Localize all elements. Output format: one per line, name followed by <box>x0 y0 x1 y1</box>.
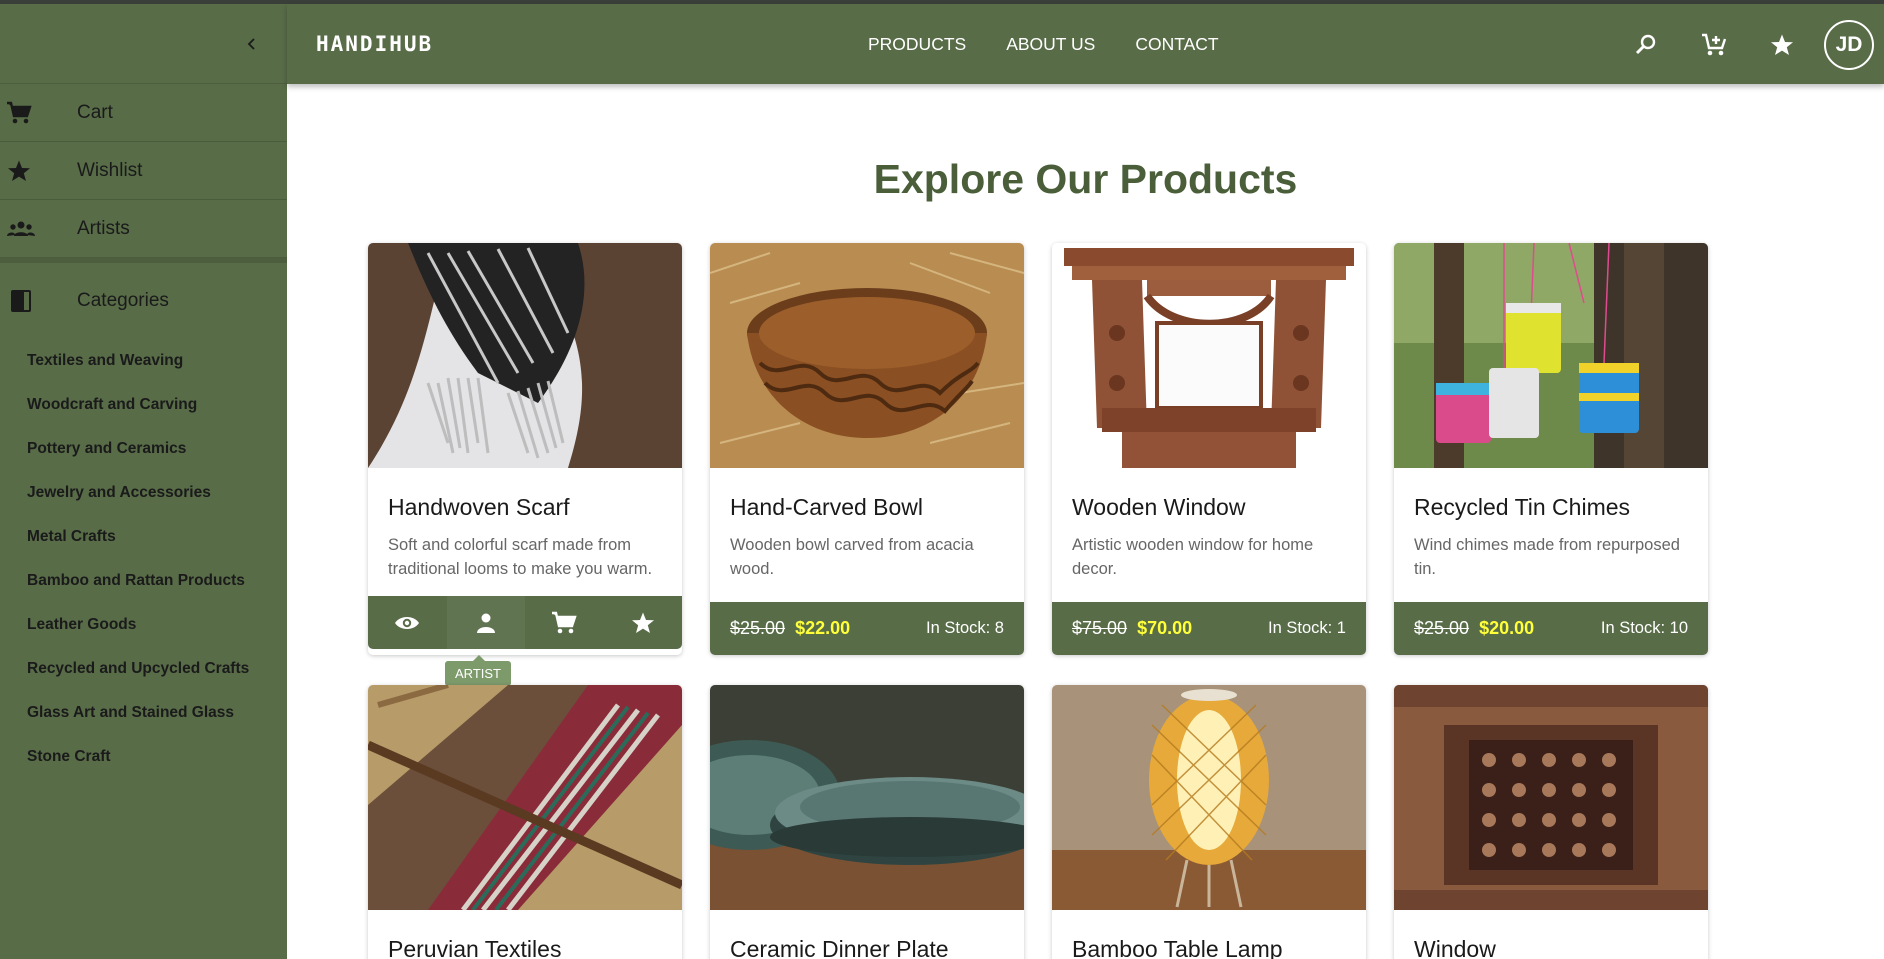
eye-icon <box>395 616 419 629</box>
group-icon <box>6 219 46 239</box>
sale-price: $70.00 <box>1137 618 1193 638</box>
collapse-sidebar-button[interactable] <box>240 32 264 56</box>
search-button[interactable] <box>1612 21 1680 69</box>
product-price-bar: $25.00 $20.00 In Stock: 10 <box>1394 602 1708 655</box>
chevron-left-icon <box>247 38 255 50</box>
category-item[interactable]: Bamboo and Rattan Products <box>27 559 287 603</box>
cart-icon <box>552 611 577 633</box>
category-item[interactable]: Leather Goods <box>27 603 287 647</box>
original-price: $25.00 <box>730 618 786 638</box>
stock-count: In Stock: 1 <box>1268 619 1346 637</box>
product-image <box>368 243 682 468</box>
add-to-wishlist-button[interactable] <box>604 596 682 649</box>
star-icon <box>1771 34 1793 55</box>
sidebar-item-label: Artists <box>77 217 130 239</box>
product-price-bar: $75.00 $70.00 In Stock: 1 <box>1052 602 1366 655</box>
product-description: Wind chimes made from repurposed tin. <box>1414 536 1680 578</box>
original-price: $75.00 <box>1072 618 1128 638</box>
view-button[interactable] <box>368 596 446 649</box>
product-name: Window <box>1414 936 1496 959</box>
product-description: Artistic wooden window for home decor. <box>1072 536 1314 578</box>
category-item[interactable]: Pottery and Ceramics <box>27 427 287 471</box>
product-name: Handwoven Scarf <box>388 494 570 520</box>
search-icon <box>1635 34 1656 55</box>
add-to-cart-icon <box>1702 33 1727 56</box>
category-item[interactable]: Recycled and Upcycled Crafts <box>27 647 287 691</box>
product-card[interactable]: Ceramic Dinner Plate <box>710 685 1024 959</box>
nav-about-us[interactable]: ABOUT US <box>1006 34 1095 55</box>
product-actions-bar <box>368 596 682 649</box>
sale-price: $22.00 <box>795 618 851 638</box>
product-description: Wooden bowl carved from acacia wood. <box>730 536 974 578</box>
add-to-cart-button[interactable] <box>525 596 603 649</box>
cart-button[interactable] <box>1680 21 1748 69</box>
categories-label: Categories <box>77 290 169 311</box>
top-app-bar: HANDIHUB PRODUCTS ABOUT US CONTACT JD <box>287 4 1884 84</box>
user-avatar[interactable]: JD <box>1824 20 1874 70</box>
category-item[interactable]: Textiles and Weaving <box>27 339 287 383</box>
main-nav: PRODUCTS ABOUT US CONTACT <box>868 34 1259 55</box>
header-actions: JD <box>1612 20 1874 70</box>
sidebar-item-cart[interactable]: Cart <box>0 84 287 142</box>
product-image <box>1394 243 1708 468</box>
sidebar: Cart Wishlist Artists Categories Textile… <box>0 4 287 959</box>
book-icon <box>10 289 50 313</box>
category-item[interactable]: Jewelry and Accessories <box>27 471 287 515</box>
category-list: Textiles and Weaving Woodcraft and Carvi… <box>0 339 287 779</box>
product-image <box>1052 243 1366 468</box>
star-icon <box>6 159 46 183</box>
sidebar-item-label: Wishlist <box>77 159 143 181</box>
product-card[interactable]: Wooden Window Artistic wooden window for… <box>1052 243 1366 655</box>
product-image <box>1052 685 1366 910</box>
cart-icon <box>6 101 46 125</box>
artist-tooltip: ARTIST <box>445 655 511 686</box>
product-card[interactable]: Hand-Carved Bowl Wooden bowl carved from… <box>710 243 1024 655</box>
sidebar-item-wishlist[interactable]: Wishlist <box>0 142 287 200</box>
category-item[interactable]: Stone Craft <box>27 735 287 779</box>
product-card[interactable]: Bamboo Table Lamp <box>1052 685 1366 959</box>
stock-count: In Stock: 10 <box>1600 619 1688 637</box>
product-image <box>368 685 682 910</box>
product-card[interactable]: Peruvian Textiles <box>368 685 682 959</box>
nav-contact[interactable]: CONTACT <box>1135 34 1218 55</box>
wishlist-button[interactable] <box>1748 21 1816 69</box>
original-price: $25.00 <box>1414 618 1470 638</box>
category-item[interactable]: Woodcraft and Carving <box>27 383 287 427</box>
artist-button[interactable] <box>446 596 525 649</box>
product-card[interactable]: Recycled Tin Chimes Wind chimes made fro… <box>1394 243 1708 655</box>
person-icon <box>476 613 495 633</box>
category-item[interactable]: Glass Art and Stained Glass <box>27 691 287 735</box>
product-name: Recycled Tin Chimes <box>1414 494 1631 520</box>
category-item[interactable]: Metal Crafts <box>27 515 287 559</box>
product-image <box>1394 685 1708 910</box>
product-image <box>710 243 1024 468</box>
page-title: Explore Our Products <box>873 156 1298 202</box>
product-description: Soft and colorful scarf made from tradit… <box>388 536 653 578</box>
sidebar-item-artists[interactable]: Artists <box>0 200 287 258</box>
brand-logo[interactable]: HANDIHUB <box>316 32 433 56</box>
categories-header[interactable]: Categories <box>0 263 287 339</box>
sidebar-item-label: Cart <box>77 101 113 123</box>
star-icon <box>631 612 654 633</box>
main-content: Explore Our Products Handwoven Scarf Sof… <box>287 84 1884 959</box>
product-name: Bamboo Table Lamp <box>1072 936 1283 959</box>
product-card[interactable]: Window <box>1394 685 1708 959</box>
product-name: Peruvian Textiles <box>388 936 562 959</box>
product-price-bar: $25.00 $22.00 In Stock: 8 <box>710 602 1024 655</box>
sidebar-header <box>0 4 287 84</box>
product-image <box>710 685 1024 910</box>
sale-price: $20.00 <box>1479 618 1535 638</box>
nav-products[interactable]: PRODUCTS <box>868 34 966 55</box>
stock-count: In Stock: 8 <box>926 619 1004 637</box>
product-card[interactable]: Handwoven Scarf Soft and colorful scarf … <box>368 243 682 686</box>
product-name: Wooden Window <box>1072 494 1246 520</box>
product-name: Ceramic Dinner Plate <box>730 936 949 959</box>
product-name: Hand-Carved Bowl <box>730 494 924 520</box>
